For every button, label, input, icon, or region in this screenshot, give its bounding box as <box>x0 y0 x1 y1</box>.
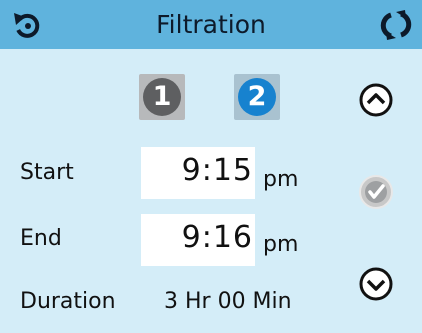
filter-cycle-1-label: 1 <box>143 78 181 116</box>
start-time-field[interactable]: 9:15 <box>141 147 255 199</box>
end-time-field[interactable]: 9:16 <box>141 214 255 266</box>
refresh-icon[interactable] <box>376 10 416 44</box>
start-ampm: pm <box>263 167 299 192</box>
filter-cycle-2-label: 2 <box>238 78 276 116</box>
duration-value: 3 Hr 00 Min <box>164 289 292 314</box>
chevron-down-icon[interactable] <box>358 266 394 302</box>
filtration-screen: Filtration 1 2 Start 9:15 pm End 9:16 pm… <box>0 0 422 333</box>
start-label: Start <box>20 160 74 185</box>
filter-cycle-2-tab[interactable]: 2 <box>234 74 280 120</box>
checkmark-icon[interactable] <box>358 174 394 210</box>
back-icon[interactable] <box>10 10 44 44</box>
header-bar: Filtration <box>0 0 422 49</box>
page-title: Filtration <box>156 10 266 39</box>
end-ampm: pm <box>263 232 299 257</box>
filter-cycle-1-tab[interactable]: 1 <box>139 74 185 120</box>
end-time-value: 9:16 <box>181 220 253 255</box>
end-label: End <box>20 226 62 251</box>
duration-label: Duration <box>20 289 116 314</box>
chevron-up-icon[interactable] <box>358 82 394 118</box>
start-time-value: 9:15 <box>181 153 253 188</box>
